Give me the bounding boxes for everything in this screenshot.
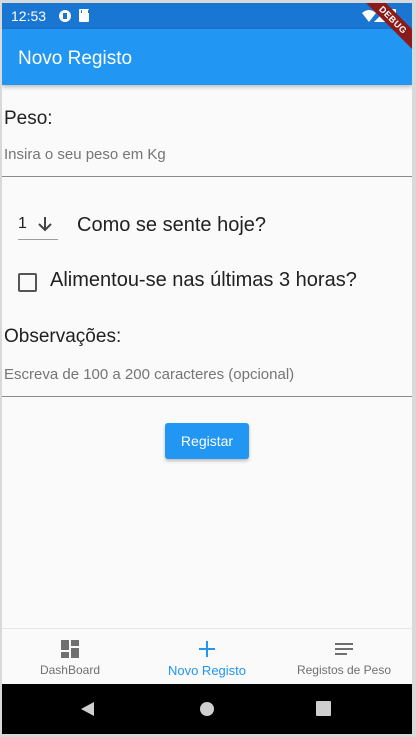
mood-dropdown[interactable]: 1: [18, 211, 58, 240]
weight-input[interactable]: Insira o seu peso em Kg: [4, 146, 166, 163]
nav-label-new-record: Novo Registo: [167, 663, 247, 678]
ate-checkbox-label: Alimentou-se nas últimas 3 horas?: [50, 269, 357, 291]
recents-icon[interactable]: [316, 701, 331, 716]
add-icon: [199, 641, 215, 657]
app-bar: Novo Registo: [2, 29, 412, 85]
status-time: 12:53: [11, 8, 47, 24]
notification-icon: [59, 10, 71, 22]
app-screen: 12:53 Novo Registo DEBUG Peso: Insira o …: [2, 3, 412, 734]
mood-label: Como se sente hoje?: [77, 214, 267, 236]
status-bar: 12:53: [2, 3, 412, 29]
arrow-down-icon: [38, 217, 52, 232]
mood-dropdown-value: 1: [18, 215, 27, 232]
nav-item-new-record[interactable]: Novo Registo: [139, 629, 275, 685]
nav-item-dashboard[interactable]: DashBoard: [2, 629, 138, 685]
list-icon: [335, 643, 353, 655]
home-icon[interactable]: [199, 701, 215, 717]
back-icon[interactable]: [80, 701, 96, 717]
dashboard-icon: [61, 640, 79, 658]
bottom-navigation: DashBoard Novo Registo Registos de Peso: [2, 628, 412, 685]
weight-input-underline: [2, 176, 412, 177]
sd-card-icon: [79, 9, 89, 22]
notes-input-underline: [2, 396, 412, 397]
ate-checkbox[interactable]: [18, 273, 37, 292]
nav-label-dashboard: DashBoard: [39, 663, 101, 677]
notes-input[interactable]: Escreva de 100 a 200 caracteres (opciona…: [4, 366, 294, 383]
page-title: Novo Registo: [18, 48, 133, 69]
system-navigation-bar: [2, 684, 412, 734]
register-button[interactable]: Registar: [165, 423, 249, 459]
notes-label: Observações:: [4, 326, 122, 347]
nav-label-weight-records: Registos de Peso: [296, 663, 392, 677]
weight-label: Peso:: [4, 108, 53, 129]
nav-item-weight-records[interactable]: Registos de Peso: [276, 629, 412, 685]
